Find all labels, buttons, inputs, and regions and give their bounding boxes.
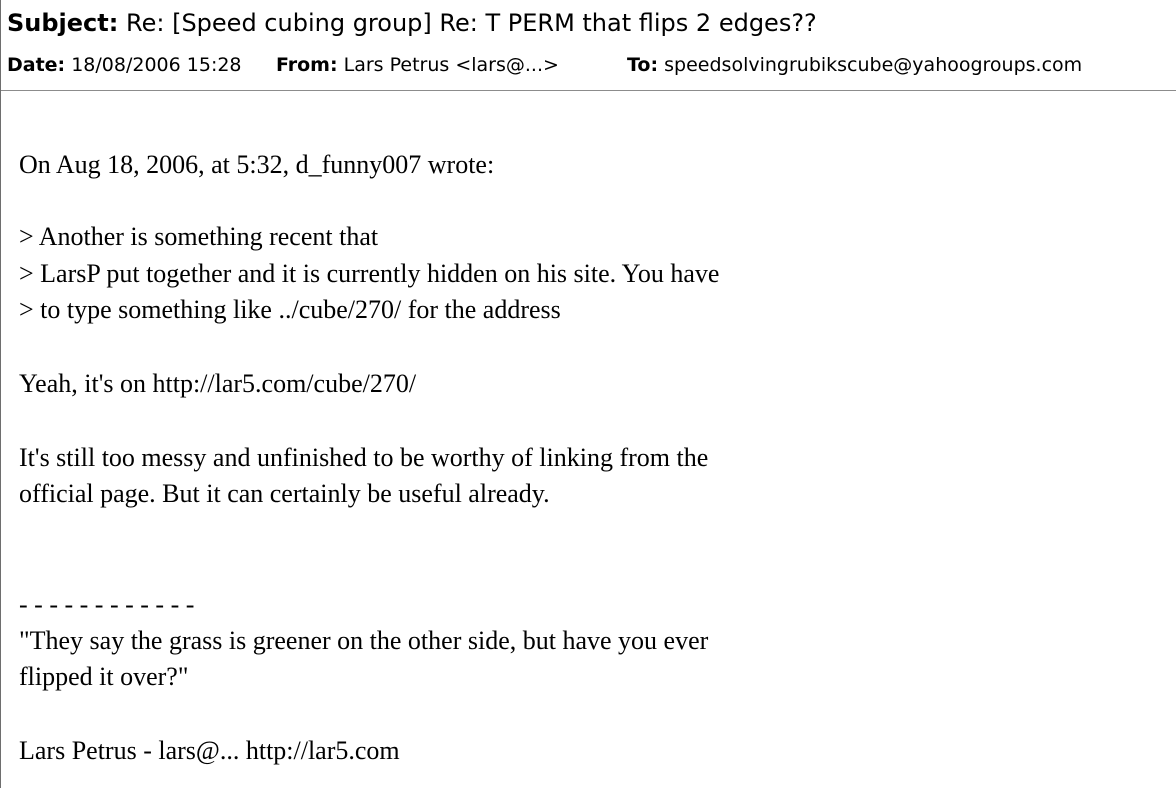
from-label: From: — [276, 54, 338, 76]
email-viewer-window: Subject: Re: [Speed cubing group] Re: T … — [0, 0, 1176, 788]
message-body: On Aug 18, 2006, at 5:32, d_funny007 wro… — [1, 91, 1176, 788]
reply-line: It's still too messy and unfinished to b… — [19, 443, 709, 472]
to-value[interactable]: speedsolvingrubikscube@yahoogroups.com — [664, 54, 1082, 76]
reply-line: official page. But it can certainly be u… — [19, 479, 550, 508]
signature-quote-line: flipped it over?" — [19, 662, 189, 691]
from-value[interactable]: Lars Petrus <lars@...> — [344, 54, 559, 76]
signature-quote-line: "They say the grass is greener on the ot… — [19, 626, 709, 655]
from-row: From: Lars Petrus <lars@...> — [276, 50, 559, 80]
quote-attribution-line: On Aug 18, 2006, at 5:32, d_funny007 wro… — [19, 150, 495, 179]
subject-text: Re: [Speed cubing group] Re: T PERM that… — [126, 9, 817, 37]
signature-name-line: Lars Petrus - lars@... http://lar5.com — [19, 736, 400, 765]
date-row: Date: 18/08/2006 15:28 — [7, 50, 242, 80]
signature-separator: - - - - - - - - - - - - — [19, 590, 195, 619]
date-label: Date: — [7, 54, 66, 76]
quoted-line: > LarsP put together and it is currently… — [19, 259, 720, 288]
to-label: To: — [627, 54, 659, 76]
message-header: Subject: Re: [Speed cubing group] Re: T … — [1, 0, 1176, 91]
date-value: 18/08/2006 15:28 — [71, 54, 242, 76]
reply-line: Yeah, it's on http://lar5.com/cube/270/ — [19, 369, 417, 398]
quoted-line: > to type something like ../cube/270/ fo… — [19, 295, 561, 324]
subject-row: Subject: Re: [Speed cubing group] Re: T … — [7, 6, 817, 40]
to-row: To: speedsolvingrubikscube@yahoogroups.c… — [627, 50, 1082, 80]
quoted-line: > Another is something recent that — [19, 222, 379, 251]
subject-label: Subject: — [7, 9, 119, 37]
